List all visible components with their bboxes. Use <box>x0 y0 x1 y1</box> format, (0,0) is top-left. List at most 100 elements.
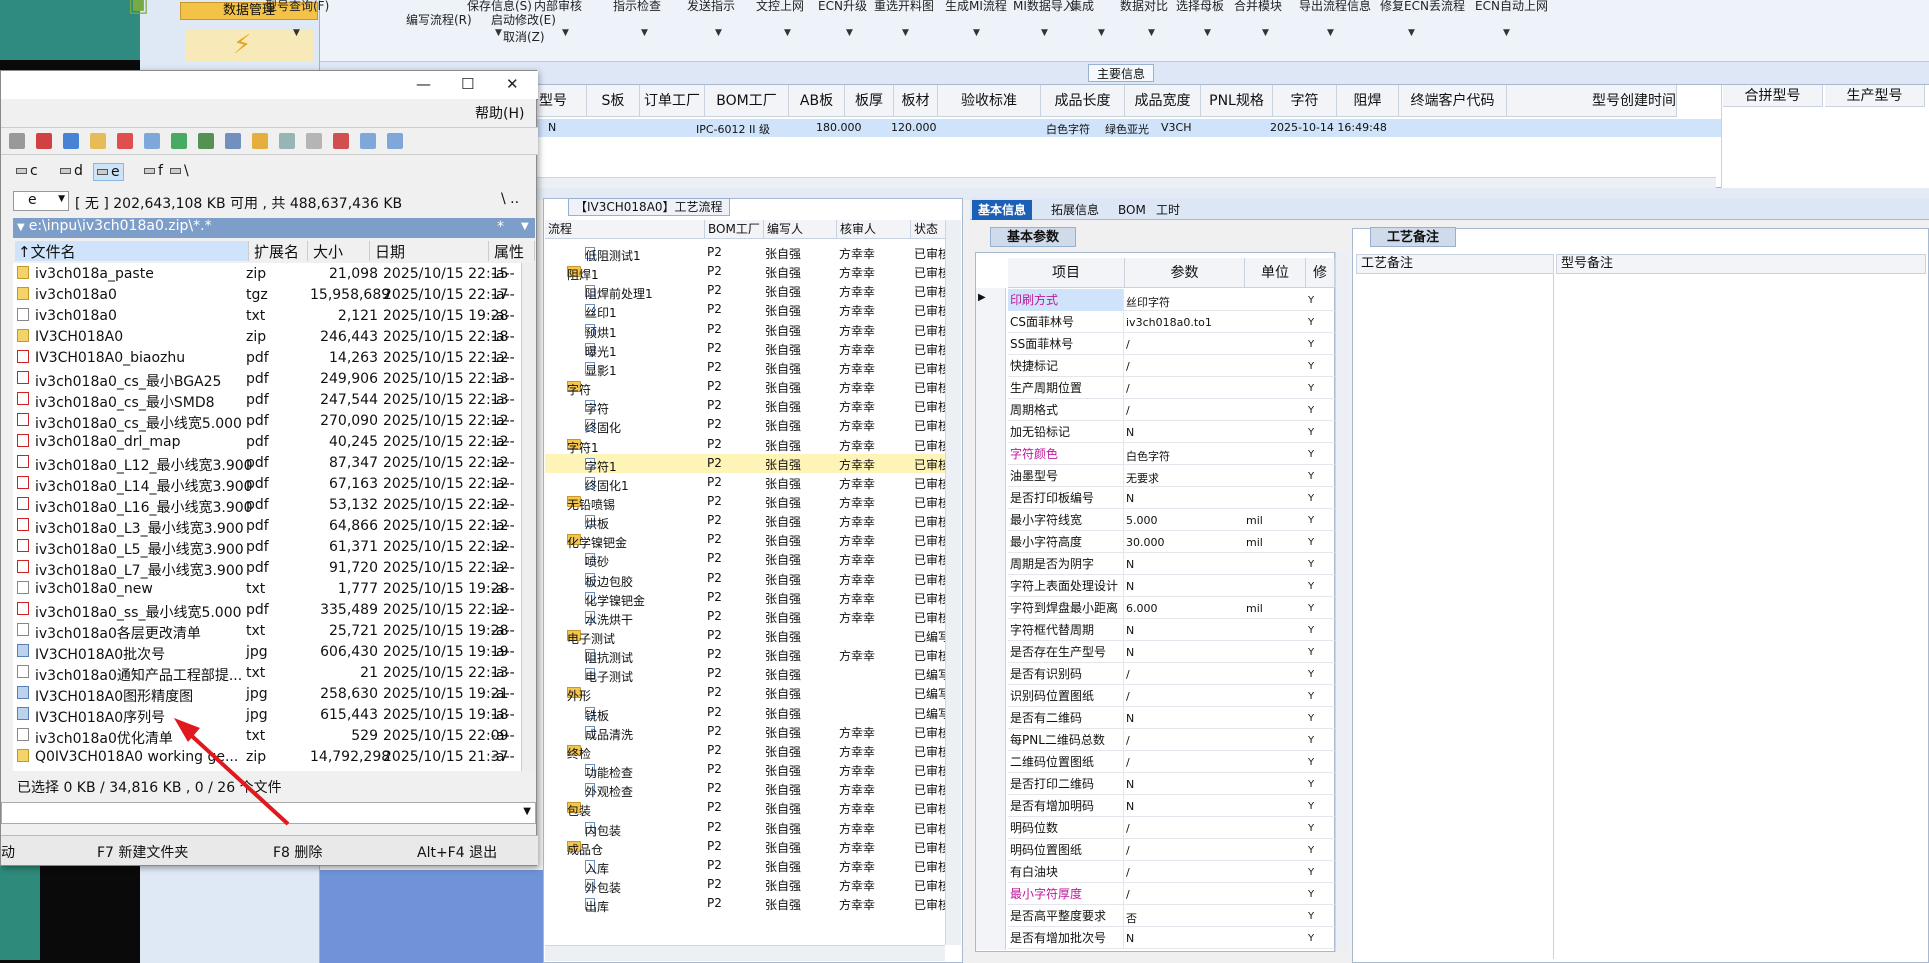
param-value[interactable]: / <box>1126 338 1130 351</box>
process-row[interactable]: 化学镍钯金 P2 张自强 方幸幸 已审核 <box>545 588 950 608</box>
process-row[interactable]: −字符P2张自强方幸幸已审核 <box>545 377 950 397</box>
param-value[interactable]: N <box>1126 624 1134 637</box>
param-value[interactable]: / <box>1126 888 1130 901</box>
toolbar-button-icon[interactable] <box>279 133 295 149</box>
dropdown-arrow-icon[interactable]: ▼ <box>1148 28 1155 38</box>
toolbar-item[interactable]: 导出流程信息 <box>1299 0 1371 14</box>
param-value[interactable]: N <box>1126 800 1134 813</box>
toolbar-button-icon[interactable] <box>306 133 322 149</box>
param-value[interactable]: N <box>1126 580 1134 593</box>
param-value[interactable]: / <box>1126 734 1130 747</box>
process-row[interactable]: 出库 P2 张自强 方幸幸 已审核 <box>545 894 950 914</box>
param-value[interactable]: N <box>1126 778 1134 791</box>
start-modify-button[interactable]: 启动修改(E) <box>491 11 556 28</box>
toolbar-item[interactable]: ECN自动上网 <box>1475 0 1548 14</box>
param-row[interactable]: 印刷方式 丝印字符 Y <box>1008 289 1335 311</box>
dropdown-arrow-icon[interactable]: ▼ <box>1327 28 1334 38</box>
file-row[interactable]: iv3ch018a0_L7_最小线宽3.900 pdf 91,720 2025/10/… <box>15 559 535 580</box>
process-row[interactable]: −包装P2张自强方幸幸已审核 <box>545 798 950 818</box>
dropdown-arrow-icon[interactable]: ▼ <box>495 28 502 38</box>
column-header[interactable]: 阻焊 <box>1337 85 1399 117</box>
tab-2[interactable]: BOM <box>1112 200 1152 220</box>
toolbar-item[interactable]: 修复ECN丢流程 <box>1380 0 1465 14</box>
process-row[interactable]: −电子测试P2张自强已编写 <box>545 626 950 646</box>
param-value[interactable]: 6.000 <box>1126 602 1158 615</box>
column-header[interactable]: 合拼型号 <box>1723 85 1823 107</box>
footer-button-del[interactable]: F8 删除 <box>273 842 322 862</box>
toolbar-button-icon[interactable] <box>90 133 106 149</box>
toolbar-item[interactable]: 选择母板 <box>1176 0 1224 14</box>
file-column-header[interactable]: ↑文件名 <box>15 241 249 261</box>
param-value[interactable]: N <box>1126 712 1134 725</box>
process-row[interactable]: 内包装 P2 张自强 方幸幸 已审核 <box>545 818 950 838</box>
process-row[interactable]: 入库 P2 张自强 方幸幸 已审核 <box>545 856 950 876</box>
process-row[interactable]: −外形P2张自强已编写 <box>545 683 950 703</box>
param-row[interactable]: 快捷标记 / Y <box>1008 355 1335 377</box>
toolbar-button-icon[interactable] <box>117 133 133 149</box>
param-value[interactable]: N <box>1126 426 1134 439</box>
toolbar-item[interactable]: MI数据导入 <box>1013 0 1075 14</box>
toolbar-item[interactable]: 合并模块 <box>1234 0 1282 14</box>
column-header[interactable]: S板 <box>587 85 640 117</box>
process-row[interactable]: −阻焊1P2张自强方幸幸已审核 <box>545 262 950 282</box>
footer-button-newdir[interactable]: F7 新建文件夹 <box>97 842 188 862</box>
param-row[interactable]: CS面菲林号 iv3ch018a0.to1 Y <box>1008 311 1335 333</box>
process-row[interactable]: 外观检查 P2 张自强 方幸幸 已审核 <box>545 779 950 799</box>
file-row[interactable]: Q0IV3CH018A0 working ge... zip 14,792,298 2… <box>15 748 535 769</box>
process-row[interactable]: 烘板 P2 张自强 方幸幸 已审核 <box>545 511 950 531</box>
column-header[interactable]: 板材 <box>894 85 938 117</box>
file-row[interactable]: IV3CH018A0 zip 246,443 2025/10/15 22:18 -a-- <box>15 328 535 349</box>
toolbar-button-icon[interactable] <box>9 133 25 149</box>
dropdown-arrow-icon[interactable]: ▼ <box>1098 28 1105 38</box>
file-row[interactable]: iv3ch018a0 tgz 15,958,689 2025/10/15 22:17-… <box>15 286 535 307</box>
dropdown-arrow-icon[interactable]: ▼ <box>1408 28 1415 38</box>
fm-title-bar[interactable]: — ☐ ✕ <box>1 71 538 99</box>
param-row[interactable]: 最小字符厚度 / Y <box>1008 883 1335 905</box>
file-row[interactable]: iv3ch018a_paste zip 21,098 2025/10/15 22:15… <box>15 265 535 286</box>
toolbar-button-icon[interactable] <box>144 133 160 149</box>
param-value[interactable]: / <box>1126 668 1130 681</box>
param-row[interactable]: 是否高平整度要求否 Y <box>1008 905 1335 927</box>
process-row[interactable]: 功能检查 P2 张自强 方幸幸 已审核 <box>545 760 950 780</box>
toolbar-button-icon[interactable] <box>387 133 403 149</box>
param-value[interactable]: N <box>1126 646 1134 659</box>
model-remark-header[interactable]: 型号备注 <box>1556 254 1926 274</box>
column-header[interactable]: 板厚 <box>845 85 894 117</box>
column-header[interactable]: 订单工厂 <box>640 85 705 117</box>
process-row[interactable]: 阻抗测试 P2 张自强 方幸幸 已审核 <box>545 645 950 665</box>
param-row[interactable]: 二维码位置图纸 / Y <box>1008 751 1335 773</box>
param-row[interactable]: 字符上表面处理设计 N Y <box>1008 575 1335 597</box>
param-vscrollbar[interactable] <box>1335 252 1349 952</box>
param-value[interactable]: 丝印字符 <box>1126 294 1170 310</box>
toolbar-button-icon[interactable] <box>333 133 349 149</box>
toolbar-item[interactable]: 集成 <box>1070 0 1094 14</box>
column-header[interactable]: 终端客户代码 <box>1399 85 1507 117</box>
dropdown-arrow-icon[interactable]: ▼ <box>293 28 300 38</box>
param-row[interactable]: 周期是否为阴字 N Y <box>1008 553 1335 575</box>
cancel-button[interactable]: 取消(Z) <box>503 28 545 45</box>
up-dir-icon[interactable]: \ .. <box>501 191 519 207</box>
param-row[interactable]: 是否有增加批次号 N Y <box>1008 927 1335 949</box>
file-row[interactable]: IV3CH018A0_biaozhu pdf 14,263 2025/10/15 22… <box>15 349 535 370</box>
param-row[interactable]: 明码位数 / Y <box>1008 817 1335 839</box>
process-row[interactable]: 预烘1 P2 张自强 方幸幸 已审核 <box>545 320 950 340</box>
process-row[interactable]: −终检P2张自强方幸幸已审核 <box>545 741 950 761</box>
dropdown-arrow-icon[interactable]: ▼ <box>846 28 853 38</box>
param-value[interactable]: 30.000 <box>1126 536 1165 549</box>
process-row[interactable]: 显影1 P2 张自强 方幸幸 已审核 <box>545 358 950 378</box>
param-column-header[interactable]: 单位 <box>1245 258 1306 288</box>
process-row[interactable]: 阻焊前处理1 P2 张自强 方幸幸 已审核 <box>545 281 950 301</box>
toolbar-item[interactable]: 文控上网 <box>756 0 804 14</box>
toolbar-item[interactable]: 重选开料图 <box>874 0 934 14</box>
param-value[interactable]: / <box>1126 822 1130 835</box>
craft-remark-header[interactable]: 工艺备注 <box>1356 254 1554 274</box>
param-value[interactable]: / <box>1126 866 1130 879</box>
file-row[interactable]: iv3ch018a0_cs_最小SMD8 pdf 247,544 2025/10/15… <box>15 391 535 412</box>
dropdown-arrow-icon[interactable]: ▼ <box>1041 28 1048 38</box>
param-row[interactable]: 油墨型号 无要求 Y <box>1008 465 1335 487</box>
process-column-header[interactable]: 核审人 <box>837 220 911 239</box>
file-row[interactable]: IV3CH018A0图形精度图 jpg 258,630 2025/10/15 19:2… <box>15 685 535 706</box>
param-row[interactable]: SS面菲林号 / Y <box>1008 333 1335 355</box>
toolbar-button-icon[interactable] <box>198 133 214 149</box>
dropdown-arrow-icon[interactable]: ▼ <box>562 28 569 38</box>
